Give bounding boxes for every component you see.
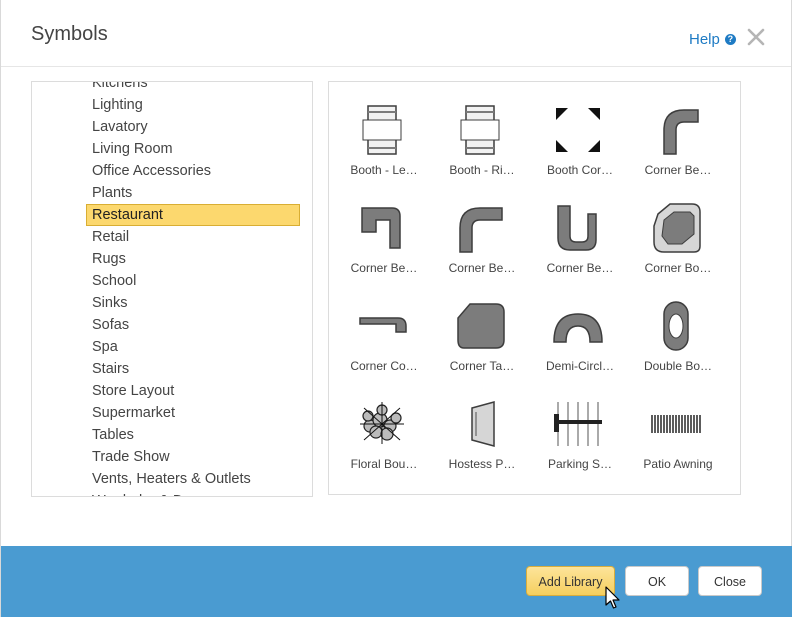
symbol-label: Corner Be… xyxy=(448,261,516,275)
symbol-label: Corner Ta… xyxy=(449,359,515,373)
symbol-tile[interactable]: Corner Be… xyxy=(635,82,733,180)
category-item[interactable]: Sinks xyxy=(32,292,312,314)
category-item[interactable]: Retail xyxy=(32,226,312,248)
hostess-podium-icon xyxy=(471,401,495,447)
corner-bench-2-icon xyxy=(361,207,401,249)
corner-bench-icon xyxy=(663,109,699,155)
ok-button[interactable]: OK xyxy=(625,566,689,596)
symbol-tile[interactable]: Booth Cor… xyxy=(537,82,635,180)
symbol-label: Demi-Circl… xyxy=(546,359,614,373)
corner-bench-4-icon xyxy=(557,205,597,251)
corner-table-icon xyxy=(457,303,505,349)
demi-circle-icon xyxy=(553,313,603,343)
help-link[interactable]: Help ? xyxy=(689,31,736,48)
symbol-grid-panel: Booth - Le… Booth - Ri… Booth Cor… Corner B… xyxy=(328,81,741,495)
symbol-label: Double Bo… xyxy=(643,359,713,373)
category-item[interactable]: Plants xyxy=(32,182,312,204)
close-button[interactable]: Close xyxy=(698,566,762,596)
symbols-dialog: Symbols Help ? Kitchens Lighting Lavatory L… xyxy=(0,0,792,617)
corner-bench-3-icon xyxy=(459,207,503,253)
category-item[interactable]: Rugs xyxy=(32,248,312,270)
booth-corner-icon xyxy=(556,108,600,152)
category-item[interactable]: Kitchens xyxy=(32,82,312,94)
symbol-label: Corner Bo… xyxy=(644,261,712,275)
symbol-label: Corner Be… xyxy=(546,261,614,275)
category-item[interactable]: Sofas xyxy=(32,314,312,336)
help-label: Help xyxy=(689,31,720,48)
symbol-label: Parking S… xyxy=(547,457,613,471)
corner-counter-icon xyxy=(359,317,407,333)
category-list-panel[interactable]: Kitchens Lighting Lavatory Living Room Offic… xyxy=(31,81,313,497)
symbol-label: Corner Be… xyxy=(644,163,712,177)
category-item[interactable]: Vents, Heaters & Outlets xyxy=(32,468,312,490)
booth-left-icon xyxy=(362,105,402,155)
symbol-tile[interactable]: Hostess P… xyxy=(439,376,537,474)
symbol-label: Corner Be… xyxy=(350,261,418,275)
category-item[interactable]: Lavatory xyxy=(32,116,312,138)
symbol-tile[interactable]: Booth - Le… xyxy=(341,82,439,180)
symbol-tile[interactable]: Corner Be… xyxy=(341,180,439,278)
category-item[interactable]: Store Layout xyxy=(32,380,312,402)
add-library-button[interactable]: Add Library xyxy=(526,566,615,596)
floral-bouquet-icon xyxy=(360,402,404,444)
dialog-header: Symbols Help ? xyxy=(1,0,791,67)
symbol-tile[interactable]: Booth - Ri… xyxy=(439,82,537,180)
category-item[interactable]: School xyxy=(32,270,312,292)
symbol-label: Hostess P… xyxy=(448,457,516,471)
patio-awning-icon xyxy=(651,415,701,433)
category-item[interactable]: Spa xyxy=(32,336,312,358)
double-booth-icon xyxy=(663,301,689,351)
category-item[interactable]: Wardrobe & Dresser xyxy=(32,490,312,496)
symbol-tile[interactable]: Corner Be… xyxy=(439,180,537,278)
symbol-label: Booth - Le… xyxy=(350,163,418,177)
category-item[interactable]: Supermarket xyxy=(32,402,312,424)
symbol-tile[interactable]: Parking S… xyxy=(537,376,635,474)
symbol-tile[interactable]: Corner Ta… xyxy=(439,278,537,376)
dialog-title: Symbols xyxy=(31,23,108,45)
symbol-label: Corner Co… xyxy=(350,359,418,373)
category-item[interactable]: Trade Show xyxy=(32,446,312,468)
question-icon: ? xyxy=(724,34,736,45)
category-item[interactable]: Tables xyxy=(32,424,312,446)
parking-space-icon xyxy=(554,402,602,446)
symbol-tile[interactable]: Corner Co… xyxy=(341,278,439,376)
symbol-label: Booth - Ri… xyxy=(449,163,515,177)
symbol-tile[interactable]: Patio Awning xyxy=(635,376,733,474)
symbol-tile[interactable]: Demi-Circl… xyxy=(537,278,635,376)
symbol-tile[interactable]: Floral Bou… xyxy=(341,376,439,474)
category-item[interactable]: Stairs xyxy=(32,358,312,380)
dialog-footer: Add Library OK Close xyxy=(1,546,792,617)
symbol-label: Booth Cor… xyxy=(546,163,614,177)
category-item[interactable]: Lighting xyxy=(32,94,312,116)
symbol-tile[interactable]: Corner Bo… xyxy=(635,180,733,278)
category-list: Kitchens Lighting Lavatory Living Room Offic… xyxy=(32,82,312,496)
category-item[interactable]: Office Accessories xyxy=(32,160,312,182)
symbol-label: Patio Awning xyxy=(643,457,713,471)
category-item-selected[interactable]: Restaurant xyxy=(86,204,300,226)
symbol-tile[interactable]: Double Bo… xyxy=(635,278,733,376)
symbol-label: Floral Bou… xyxy=(350,457,418,471)
corner-booth-icon xyxy=(653,203,701,253)
mouse-pointer-icon xyxy=(605,586,620,609)
symbol-tile[interactable]: Corner Be… xyxy=(537,180,635,278)
category-item[interactable]: Living Room xyxy=(32,138,312,160)
booth-right-icon xyxy=(460,105,500,155)
close-icon[interactable] xyxy=(745,26,767,48)
